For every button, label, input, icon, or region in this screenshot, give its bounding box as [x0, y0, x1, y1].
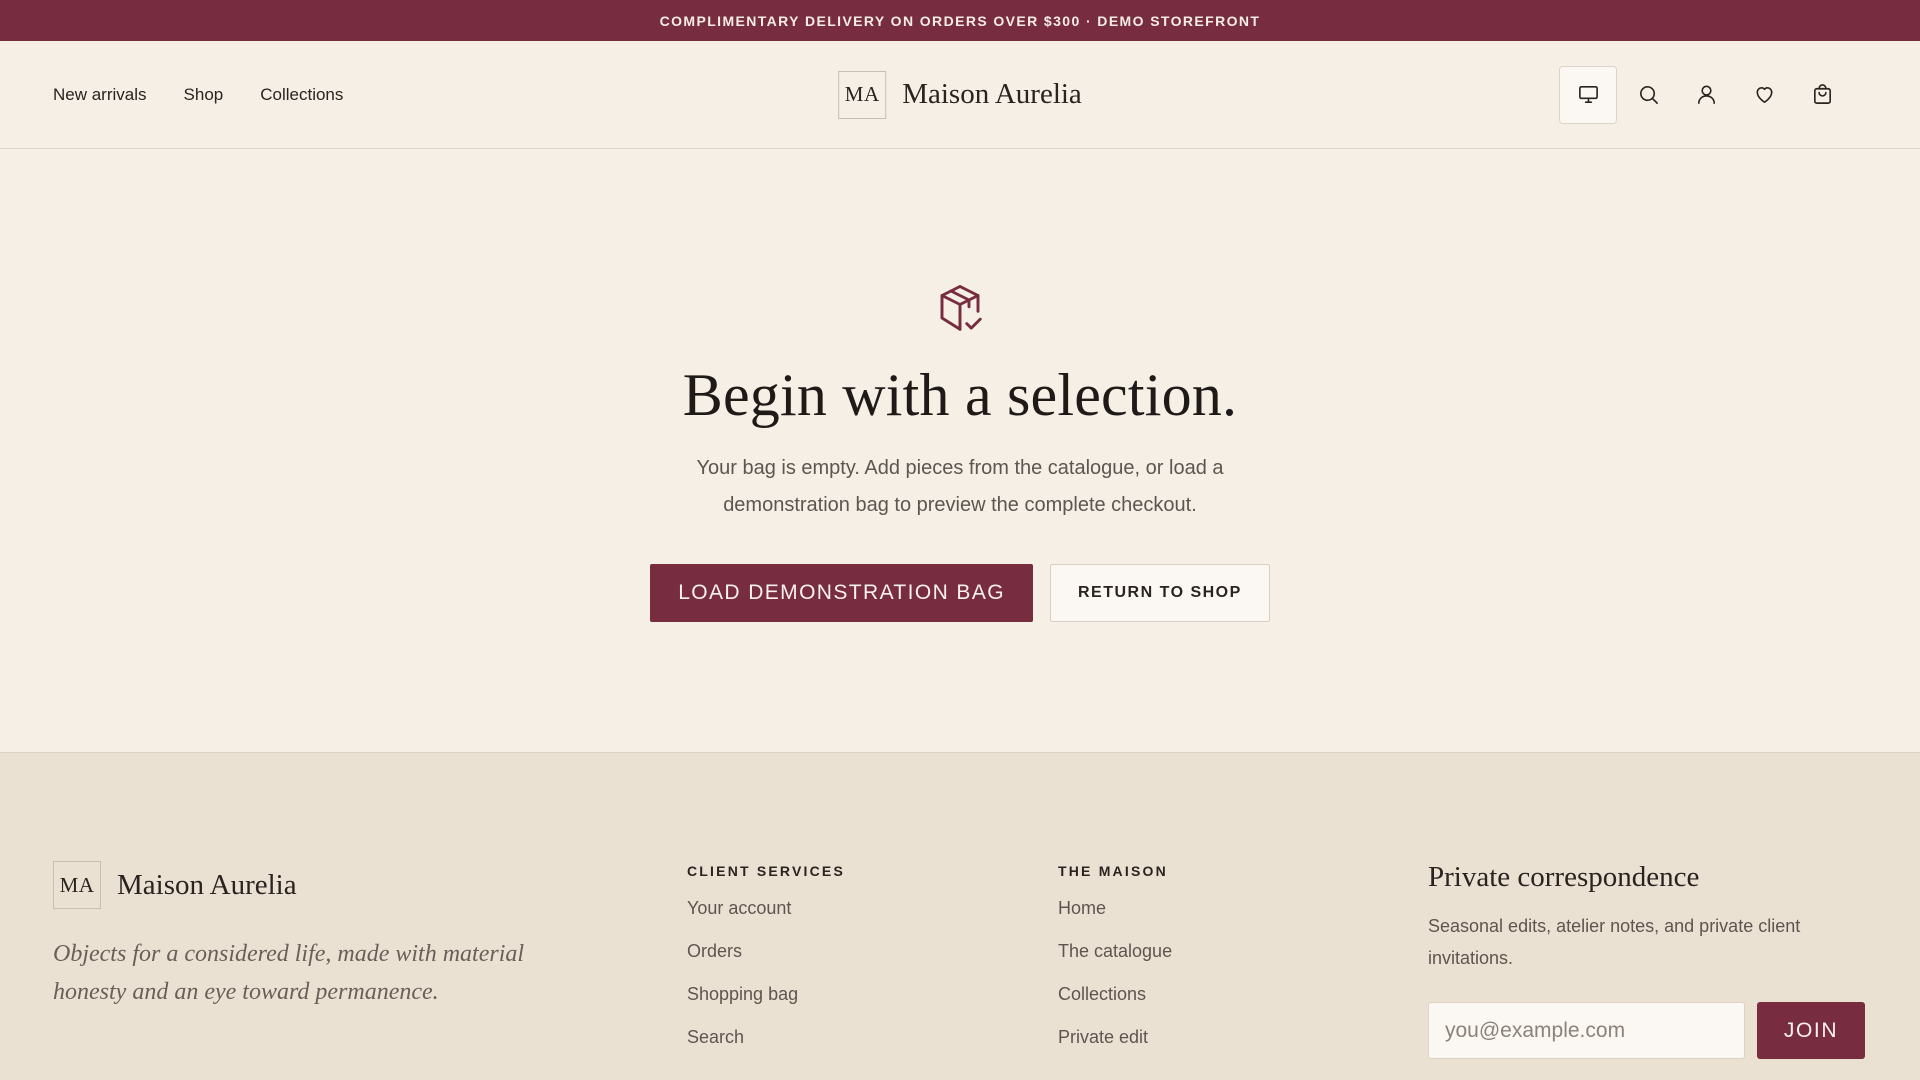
empty-bag-section: Begin with a selection. Your bag is empt… [0, 149, 1920, 752]
footer-link-search[interactable]: Search [687, 1027, 845, 1070]
heart-icon [1755, 86, 1773, 103]
load-demo-bag-button[interactable]: LOAD DEMONSTRATION BAG [650, 564, 1033, 622]
newsletter-join-button[interactable]: JOIN [1757, 1002, 1865, 1059]
footer-brand[interactable]: MA Maison Aurelia [53, 861, 297, 909]
brand-name: Maison Aurelia [902, 78, 1082, 110]
footer-client-services: CLIENT SERVICES Your account Orders Shop… [687, 863, 845, 1070]
wishlist-button[interactable] [1735, 66, 1793, 124]
account-button[interactable] [1677, 66, 1735, 124]
footer-link-shopping-bag[interactable]: Shopping bag [687, 984, 845, 1027]
footer-link-orders[interactable]: Orders [687, 941, 845, 984]
hero-actions: LOAD DEMONSTRATION BAG RETURN TO SHOP [650, 564, 1270, 622]
newsletter-text: Seasonal edits, atelier notes, and priva… [1428, 916, 1801, 968]
newsletter-title: Private correspondence [1428, 861, 1700, 893]
footer-link-your-account[interactable]: Your account [687, 898, 845, 941]
footer-monogram: MA [53, 861, 101, 909]
package-check-icon [933, 282, 987, 341]
bag-icon [1813, 84, 1831, 104]
client-services-heading: CLIENT SERVICES [687, 863, 845, 879]
monitor-icon [1578, 86, 1598, 103]
footer-the-maison: THE MAISON Home The catalogue Collection… [1058, 863, 1172, 1070]
newsletter-section: Private correspondence Seasonal edits, a… [1428, 861, 1868, 1059]
footer-link-catalogue[interactable]: The catalogue [1058, 941, 1172, 984]
footer-link-collections[interactable]: Collections [1058, 984, 1172, 1027]
footer-link-private-edit[interactable]: Private edit [1058, 1027, 1172, 1070]
monitor-button[interactable] [1559, 65, 1617, 124]
newsletter-form: JOIN [1428, 1002, 1868, 1059]
empty-bag-message: Your bag is empty. Add pieces from the c… [696, 457, 1224, 516]
brand-logo[interactable]: MA Maison Aurelia [838, 70, 1082, 119]
page-title: Begin with a selection. [682, 362, 1238, 428]
search-icon [1639, 86, 1658, 104]
the-maison-heading: THE MAISON [1058, 863, 1168, 879]
nav-new-arrivals[interactable]: New arrivals [53, 85, 147, 105]
main-nav: New arrivals Shop Collections [53, 85, 343, 105]
newsletter-email-input[interactable] [1428, 1002, 1745, 1059]
site-footer: MA Maison Aurelia Objects for a consider… [0, 752, 1920, 1080]
nav-collections[interactable]: Collections [260, 85, 343, 105]
footer-tagline: Objects for a considered life, made with… [53, 941, 525, 1005]
bag-button[interactable] [1793, 66, 1851, 124]
header-actions [1559, 65, 1851, 124]
footer-link-home[interactable]: Home [1058, 898, 1172, 941]
announcement-bar: COMPLIMENTARY DELIVERY ON ORDERS OVER $3… [0, 0, 1920, 41]
footer-brand-name: Maison Aurelia [117, 868, 297, 901]
user-icon [1697, 85, 1715, 104]
return-to-shop-button[interactable]: RETURN TO SHOP [1049, 564, 1270, 622]
site-header: New arrivals Shop Collections MA Maison … [0, 41, 1920, 149]
announcement-text: COMPLIMENTARY DELIVERY ON ORDERS OVER $3… [659, 12, 1261, 29]
brand-monogram: MA [838, 70, 887, 119]
nav-shop[interactable]: Shop [184, 85, 224, 105]
search-button[interactable] [1619, 66, 1677, 124]
